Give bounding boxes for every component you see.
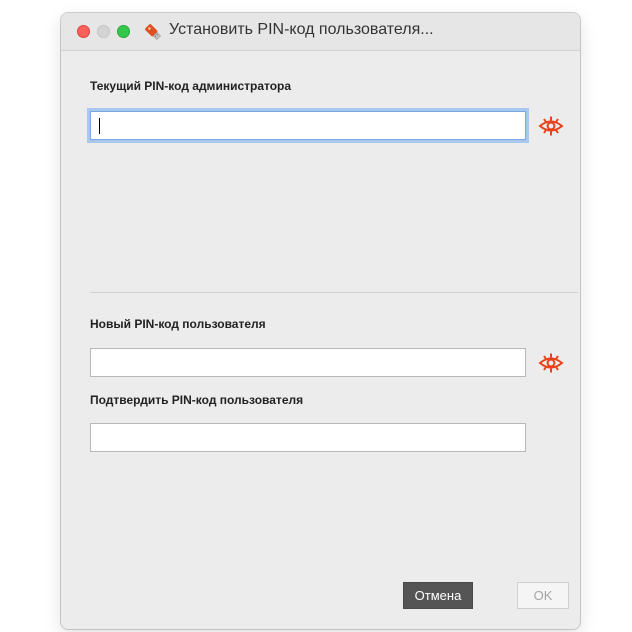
usb-key-icon [145,24,161,40]
text-caret [99,118,100,134]
admin-pin-label: Текущий PIN-код администратора [90,79,292,93]
minimize-window-button [97,25,110,38]
eye-icon[interactable] [538,353,564,373]
new-user-pin-label: Новый PIN-код пользователя [90,317,266,331]
confirm-user-pin-field[interactable] [90,423,526,452]
confirm-user-pin-label: Подтвердить PIN-код пользователя [90,393,304,407]
new-user-pin-field[interactable] [90,348,526,377]
window-title: Установить PIN-код пользователя... [169,21,434,38]
cancel-button[interactable]: Отмена [403,582,473,609]
ok-button[interactable]: OK [517,582,569,609]
section-divider [90,292,578,293]
dialog-window: Установить PIN-код пользователя... Текущ… [61,13,580,629]
zoom-window-button[interactable] [117,25,130,38]
close-window-button[interactable] [77,25,90,38]
admin-pin-field[interactable] [90,111,526,140]
eye-icon[interactable] [538,116,564,136]
title-bar[interactable]: Установить PIN-код пользователя... [61,13,580,51]
